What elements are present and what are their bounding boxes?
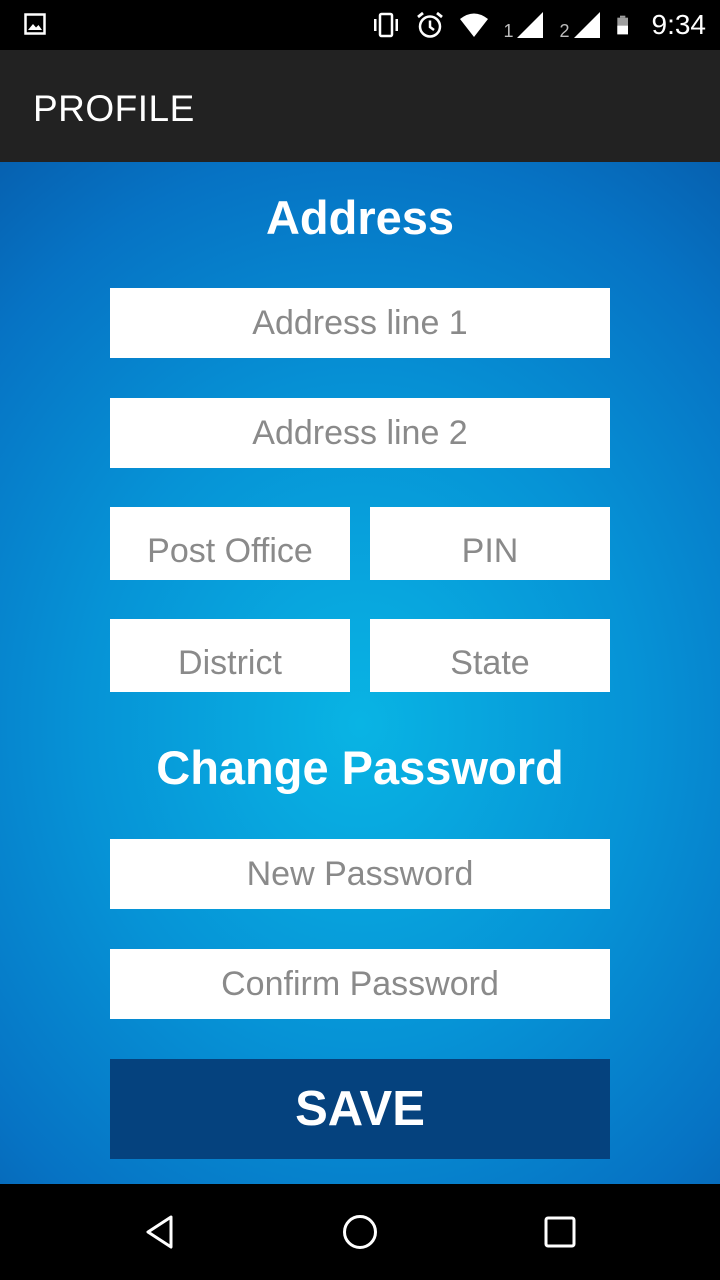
signal-icon [517, 12, 544, 38]
sim2-signal: 2 [559, 10, 601, 40]
battery-icon [616, 15, 628, 35]
sim1-signal: 1 [503, 10, 545, 40]
page-title: PROFILE [33, 88, 195, 129]
navigation-bar [0, 1184, 720, 1280]
sim2-label: 2 [559, 21, 570, 41]
profile-form: Address Address line 1 Address line 2 Po… [0, 162, 720, 1184]
alarm-icon [417, 11, 444, 38]
change-password-heading: Change Password [156, 741, 564, 794]
vibrate-icon [374, 12, 399, 38]
home-icon[interactable] [340, 1212, 380, 1252]
address-heading: Address [265, 191, 455, 244]
app-bar: PROFILE [0, 50, 720, 162]
status-bar: 1 2 9:34 [0, 0, 720, 50]
address-line-1-field[interactable]: Address line 1 [110, 288, 610, 358]
confirm-password-field[interactable]: Confirm Password [110, 949, 610, 1019]
new-password-field[interactable]: New Password [110, 839, 610, 909]
post-office-field[interactable]: Post Office [110, 507, 350, 580]
address-line-2-field[interactable]: Address line 2 [110, 398, 610, 468]
pin-field[interactable]: PIN [370, 507, 610, 580]
back-icon[interactable] [140, 1212, 180, 1252]
sim1-label: 1 [503, 21, 514, 41]
signal-icon [573, 12, 600, 38]
recent-apps-icon[interactable] [540, 1212, 580, 1252]
wifi-icon [460, 13, 489, 37]
state-field[interactable]: State [370, 619, 610, 692]
district-field[interactable]: District [110, 619, 350, 692]
clock: 9:34 [651, 9, 707, 40]
save-button[interactable]: SAVE [110, 1059, 610, 1159]
status-icons: 1 2 9:34 [371, 0, 706, 50]
gallery-icon [24, 13, 46, 35]
